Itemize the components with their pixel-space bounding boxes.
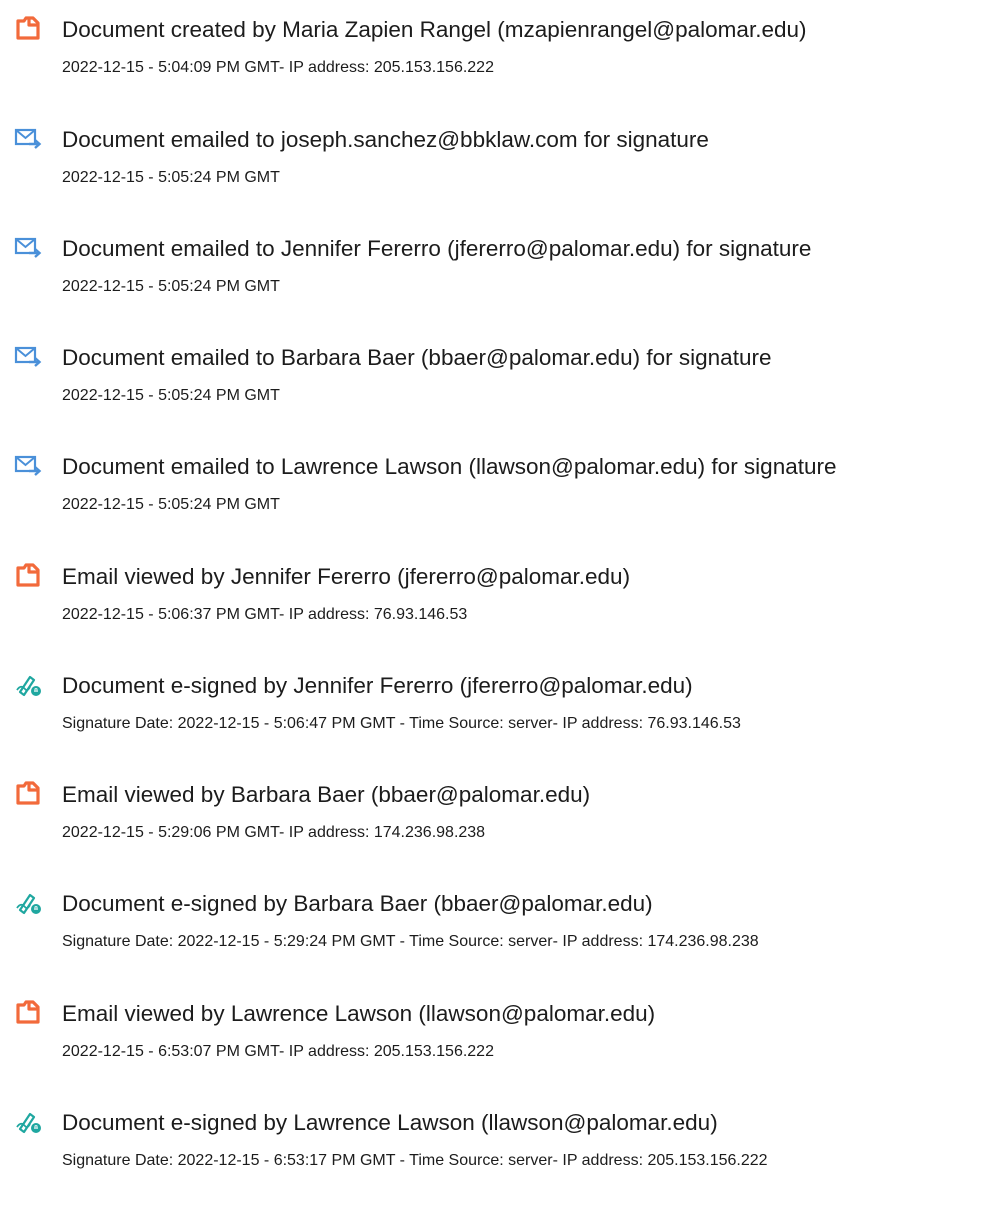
audit-event: Document created by Maria Zapien Rangel … — [14, 14, 999, 94]
event-detail: 2022-12-15 - 5:06:37 PM GMT- IP address:… — [62, 606, 468, 623]
event-detail: 2022-12-15 - 6:53:07 PM GMT- IP address:… — [62, 1043, 494, 1060]
audit-event: Document e-signed by Jennifer Fererro (j… — [14, 670, 999, 750]
document-icon — [14, 561, 42, 589]
event-title: Document e-signed by Barbara Baer (bbaer… — [62, 891, 653, 916]
audit-event: Document emailed to Barbara Baer (bbaer@… — [14, 342, 999, 422]
event-detail: 2022-12-15 - 5:29:06 PM GMT- IP address:… — [62, 824, 486, 841]
event-detail: 2022-12-15 - 5:04:09 PM GMT- IP address:… — [62, 59, 494, 76]
audit-event: Email viewed by Lawrence Lawson (llawson… — [14, 998, 999, 1078]
audit-event: Document e-signed by Barbara Baer (bbaer… — [14, 888, 999, 968]
event-title: Document emailed to joseph.sanchez@bbkla… — [62, 127, 709, 152]
audit-event-list: Document created by Maria Zapien Rangel … — [0, 0, 1005, 1226]
event-title: Document emailed to Jennifer Fererro (jf… — [62, 236, 812, 261]
event-title: Document e-signed by Jennifer Fererro (j… — [62, 673, 693, 698]
event-title: Email viewed by Barbara Baer (bbaer@palo… — [62, 782, 591, 807]
event-detail: 2022-12-15 - 5:05:24 PM GMT — [62, 278, 280, 295]
event-detail: Signature Date: 2022-12-15 - 5:06:47 PM … — [62, 715, 741, 732]
audit-event: Email viewed by Jennifer Fererro (jferer… — [14, 561, 999, 641]
audit-event: Document emailed to Jennifer Fererro (jf… — [14, 233, 999, 313]
esign-icon — [14, 1107, 42, 1135]
event-detail: Signature Date: 2022-12-15 - 6:53:17 PM … — [62, 1152, 768, 1169]
email-sent-icon — [14, 451, 42, 479]
event-title: Document emailed to Barbara Baer (bbaer@… — [62, 345, 772, 370]
event-detail: Signature Date: 2022-12-15 - 5:29:24 PM … — [62, 933, 759, 950]
audit-event: Document emailed to joseph.sanchez@bbkla… — [14, 124, 999, 204]
audit-event: Document emailed to Lawrence Lawson (lla… — [14, 451, 999, 531]
event-title: Document created by Maria Zapien Rangel … — [62, 17, 807, 42]
event-detail: 2022-12-15 - 5:05:24 PM GMT — [62, 169, 280, 186]
document-icon — [14, 998, 42, 1026]
event-title: Document emailed to Lawrence Lawson (lla… — [62, 454, 837, 479]
esign-icon — [14, 888, 42, 916]
event-title: Document e-signed by Lawrence Lawson (ll… — [62, 1110, 718, 1135]
document-icon — [14, 779, 42, 807]
event-title: Email viewed by Lawrence Lawson (llawson… — [62, 1001, 656, 1026]
event-title: Email viewed by Jennifer Fererro (jferer… — [62, 564, 631, 589]
audit-event: Document e-signed by Lawrence Lawson (ll… — [14, 1107, 999, 1187]
email-sent-icon — [14, 342, 42, 370]
audit-event: Email viewed by Barbara Baer (bbaer@palo… — [14, 779, 999, 859]
event-detail: 2022-12-15 - 5:05:24 PM GMT — [62, 387, 280, 404]
email-sent-icon — [14, 124, 42, 152]
email-sent-icon — [14, 233, 42, 261]
esign-icon — [14, 670, 42, 698]
document-icon — [14, 14, 42, 42]
event-detail: 2022-12-15 - 5:05:24 PM GMT — [62, 496, 280, 513]
